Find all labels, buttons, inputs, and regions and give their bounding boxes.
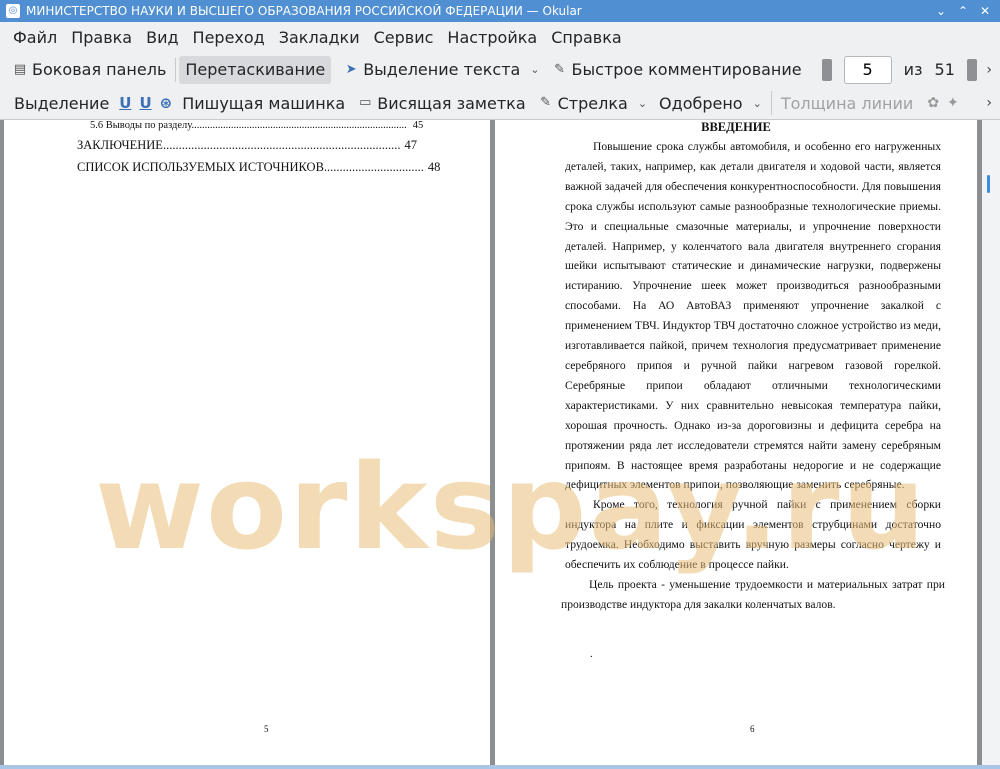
main-toolbar: ▤ Боковая панель Перетаскивание ➤ Выделе… xyxy=(0,52,1000,87)
body-paragraph: Кроме того, технология ручной пайки с пр… xyxy=(565,498,941,571)
page-of-label: из xyxy=(903,60,923,79)
previous-page-button[interactable] xyxy=(821,58,832,81)
body-paragraph: Повышение срока службы автомобиля, и осо… xyxy=(565,140,941,492)
page-number: 6 xyxy=(750,724,755,734)
stamp-button[interactable]: Одобрено ⌄ xyxy=(653,89,768,117)
vertical-scrollbar[interactable] xyxy=(982,120,1000,765)
sidebar-button[interactable]: ▤ Боковая панель xyxy=(6,56,172,84)
menu-go[interactable]: Переход xyxy=(186,28,272,47)
toolbar-overflow-button[interactable]: › xyxy=(986,62,992,78)
stamp-label: Одобрено xyxy=(659,93,743,113)
chevron-down-icon[interactable]: ⌄ xyxy=(753,97,762,110)
menu-settings[interactable]: Настройка xyxy=(440,28,544,47)
quick-annotate-button[interactable]: ✎ Быстрое комментирование xyxy=(546,56,808,84)
cursor-icon: ➤ xyxy=(345,61,357,77)
note-icon: ▭ xyxy=(359,95,372,110)
toolbar-separator xyxy=(175,57,177,82)
toc-entry-page: 48 xyxy=(427,160,441,174)
page-number-input[interactable]: 5 xyxy=(843,55,892,84)
window-titlebar[interactable]: ◎ МИНИСТЕРСТВО НАУКИ И ВЫСШЕГО ОБРАЗОВАН… xyxy=(0,0,1000,22)
text-select-label: Выделение текста xyxy=(363,60,521,79)
scrollbar-thumb[interactable] xyxy=(987,175,990,193)
menu-file[interactable]: Файл xyxy=(6,28,64,47)
arrow-button[interactable]: ✎ Стрелка ⌄ xyxy=(532,89,653,117)
toc-entry[interactable]: 5.6 Выводы по разделу...................… xyxy=(90,120,423,131)
toc-dots: ........................................… xyxy=(191,120,407,131)
page-number: 5 xyxy=(264,724,269,734)
menu-help[interactable]: Справка xyxy=(544,28,629,47)
window-title: МИНИСТЕРСТВО НАУКИ И ВЫСШЕГО ОБРАЗОВАНИЯ… xyxy=(26,4,582,18)
arrow-tool-icon: ✎ xyxy=(540,95,552,110)
toc-dots: ................................ xyxy=(323,160,424,174)
minimize-button[interactable]: ⌄ xyxy=(930,1,952,21)
toc-entry[interactable]: СПИСОК ИСПОЛЬЗУЕМЫХ ИСТОЧНИКОВ..........… xyxy=(77,160,440,175)
toc-entry-page: 45 xyxy=(412,120,424,131)
body-paragraph: Цель проекта - уменьшение трудоемкости и… xyxy=(561,578,945,611)
underline-icon[interactable]: U xyxy=(119,94,131,112)
line-width-button[interactable]: Толщина линии xyxy=(775,89,920,117)
sidebar-icon: ▤ xyxy=(13,61,27,77)
menu-edit[interactable]: Правка xyxy=(64,28,139,47)
pop-note-button[interactable]: ▭ Висящая заметка xyxy=(351,89,531,117)
quick-annotate-label: Быстрое комментирование xyxy=(571,60,802,79)
toolbar-overflow-button[interactable]: › xyxy=(986,95,992,111)
eraser-icon[interactable]: ✿ xyxy=(927,95,939,111)
drag-mode-label: Перетаскивание xyxy=(185,60,326,79)
text-select-button[interactable]: ➤ Выделение текста ⌄ xyxy=(337,56,545,84)
settings-icon[interactable]: ✦ xyxy=(947,95,959,111)
toc-entry-label: 5.6 Выводы по разделу xyxy=(90,120,192,131)
line-width-label: Толщина линии xyxy=(780,93,914,113)
document-page-right: ВВЕДЕНИЕ Повышение срока службы автомоби… xyxy=(495,120,977,765)
squiggle-underline-icon[interactable]: U xyxy=(139,94,151,112)
annotation-toolbar: Выделение U U ⊛ Пишущая машинка ▭ Висяща… xyxy=(0,87,1000,120)
pen-icon: ✎ xyxy=(554,61,565,77)
document-page-left: 5.6 Выводы по разделу...................… xyxy=(4,120,490,765)
selection-label: Выделение xyxy=(14,93,110,113)
typewriter-button[interactable]: Пишущая машинка xyxy=(176,89,351,117)
page-total: 51 xyxy=(934,60,955,79)
okular-app-icon: ◎ xyxy=(6,4,20,18)
pop-note-label: Висящая заметка xyxy=(377,93,526,113)
toc-entry-label: ЗАКЛЮЧЕНИЕ xyxy=(77,138,163,152)
sidebar-label: Боковая панель xyxy=(32,60,167,79)
strikeout-icon[interactable]: ⊛ xyxy=(160,94,173,112)
menu-tools[interactable]: Сервис xyxy=(367,28,441,47)
section-heading: ВВЕДЕНИЕ xyxy=(701,120,771,134)
horizontal-scrollbar[interactable] xyxy=(0,765,1000,769)
chevron-down-icon[interactable]: ⌄ xyxy=(530,63,539,76)
selection-button[interactable]: Выделение xyxy=(8,89,115,117)
document-view[interactable]: 5.6 Выводы по разделу...................… xyxy=(0,120,1000,769)
menu-bookmarks[interactable]: Закладки xyxy=(272,28,367,47)
arrow-label: Стрелка xyxy=(557,93,628,113)
toc-entry-label: СПИСОК ИСПОЛЬЗУЕМЫХ ИСТОЧНИКОВ xyxy=(77,160,324,174)
next-page-button[interactable] xyxy=(966,58,977,81)
typewriter-label: Пишущая машинка xyxy=(182,93,346,113)
toc-dots: ........................................… xyxy=(162,138,401,152)
close-button[interactable]: ✕ xyxy=(974,1,996,21)
toc-entry[interactable]: ЗАКЛЮЧЕНИЕ..............................… xyxy=(77,138,417,153)
stray-mark: . xyxy=(590,648,593,660)
chevron-down-icon[interactable]: ⌄ xyxy=(638,97,647,110)
toolbar-separator xyxy=(770,91,772,115)
maximize-button[interactable]: ⌃ xyxy=(952,1,974,21)
toc-entry-page: 47 xyxy=(404,138,417,152)
drag-mode-button[interactable]: Перетаскивание xyxy=(179,55,332,84)
menubar: Файл Правка Вид Переход Закладки Сервис … xyxy=(0,22,1000,52)
menu-view[interactable]: Вид xyxy=(139,28,185,47)
